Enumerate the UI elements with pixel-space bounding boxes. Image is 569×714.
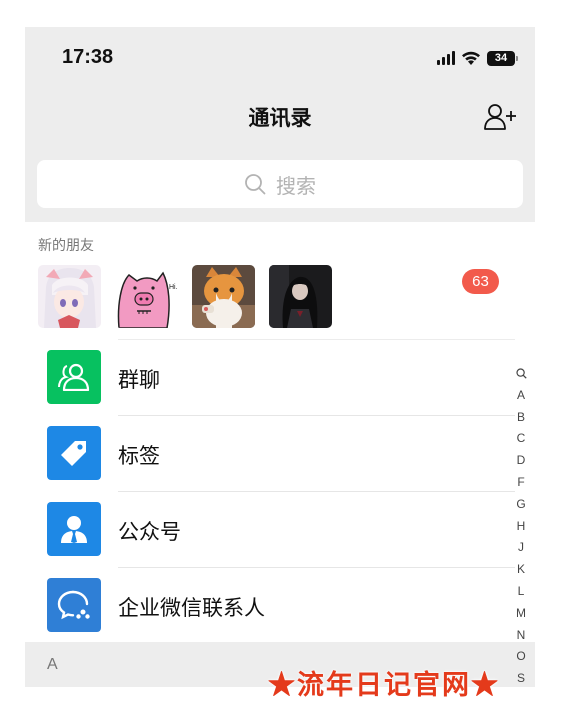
watermark: ★流年日记官网★ — [268, 670, 500, 701]
index-letter[interactable]: O — [512, 646, 530, 668]
wifi-icon — [461, 51, 481, 66]
menu-item-tags[interactable]: 标签 — [25, 416, 515, 492]
add-friend-button[interactable] — [483, 102, 517, 132]
section-letter: A — [47, 656, 58, 673]
anime-girl-avatar[interactable] — [38, 265, 101, 328]
index-letter[interactable]: L — [512, 581, 530, 603]
cat-avatar[interactable] — [192, 265, 255, 328]
index-letter[interactable]: G — [512, 494, 530, 516]
signal-icon — [437, 51, 455, 65]
menu-item-wecom-contacts[interactable]: 企业微信联系人 — [25, 568, 515, 644]
index-letter[interactable]: M — [512, 603, 530, 625]
dark-photo-avatar[interactable] — [269, 265, 332, 328]
menu-item-label: 企业微信联系人 — [118, 596, 265, 620]
index-letter[interactable]: K — [512, 559, 530, 581]
index-letter[interactable]: A — [512, 385, 530, 407]
index-letter[interactable]: J — [512, 537, 530, 559]
index-letter[interactable]: N — [512, 625, 530, 647]
alphabet-index[interactable]: A B C D F G H J K L M N O S — [512, 363, 530, 687]
menu-item-label: 群聊 — [118, 368, 160, 392]
page-title: 通讯录 — [248, 106, 312, 130]
search-placeholder: 搜索 — [276, 173, 316, 198]
nav-bar: 通讯录 — [25, 89, 535, 145]
search-bar[interactable]: 搜索 — [37, 160, 523, 208]
new-friends-count-badge: 63 — [462, 269, 499, 294]
index-letter[interactable]: B — [512, 407, 530, 429]
add-friend-icon — [484, 104, 516, 130]
contacts-list: 新的朋友 Hi. 63 群聊 标签 公众号 企业微信联系人 — [25, 222, 535, 642]
pink-pig-avatar[interactable]: Hi. — [115, 265, 178, 328]
status-icons: 34 — [437, 49, 518, 67]
status-time: 17:38 — [62, 46, 114, 68]
search-icon — [245, 174, 266, 195]
index-letter[interactable]: F — [512, 472, 530, 494]
index-letter[interactable]: S — [512, 668, 530, 687]
index-letter[interactable]: H — [512, 516, 530, 538]
wecom-contacts-icon — [47, 578, 101, 632]
status-bar: 17:38 34 — [25, 27, 535, 89]
menu-item-label: 标签 — [118, 444, 160, 468]
new-friends-avatars[interactable]: Hi. — [38, 265, 332, 328]
tag-icon — [47, 426, 101, 480]
menu-item-official-accounts[interactable]: 公众号 — [25, 492, 515, 568]
menu-item-label: 公众号 — [118, 520, 181, 544]
index-letter[interactable]: D — [512, 450, 530, 472]
wechat-contacts-screen: 17:38 34 通讯录 搜索 新的朋友 Hi. 63 群聊 标签 公众号 企业… — [25, 27, 535, 687]
pig-caption: Hi. — [169, 284, 178, 291]
official-account-icon — [47, 502, 101, 556]
menu-item-group-chat[interactable]: 群聊 — [25, 340, 515, 416]
new-friends-label: 新的朋友 — [38, 238, 94, 254]
index-search-icon[interactable] — [512, 363, 530, 385]
index-letter[interactable]: C — [512, 428, 530, 450]
group-chat-icon — [47, 350, 101, 404]
battery-icon: 34 — [487, 50, 518, 66]
